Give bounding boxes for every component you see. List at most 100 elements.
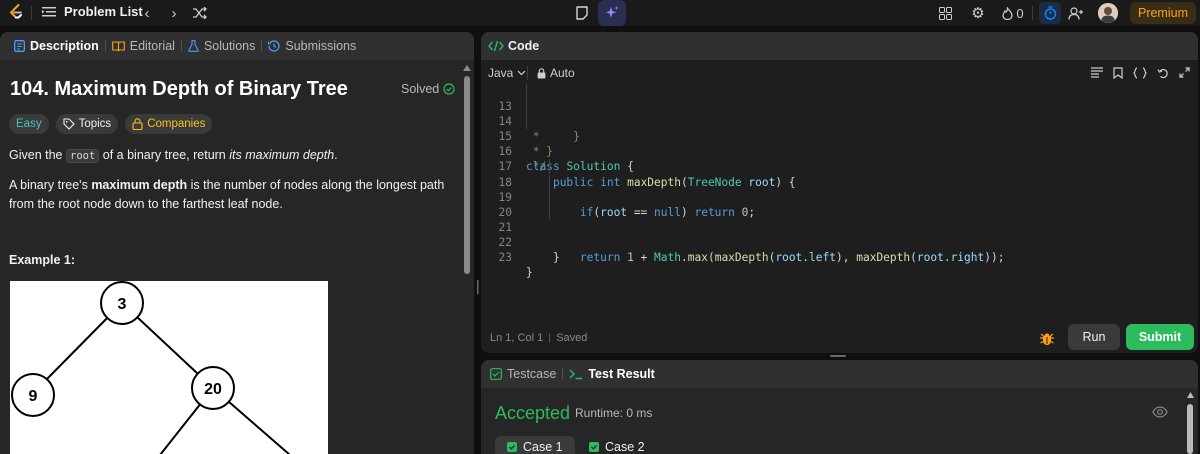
intro-text: of a binary tree, return: [102, 148, 226, 162]
scroll-up-icon[interactable]: [463, 65, 471, 71]
saved-status: Saved: [556, 332, 588, 344]
companies-label: Companies: [147, 118, 206, 130]
reset-icon[interactable]: [1157, 67, 1169, 79]
tree-node-label: 20: [204, 381, 222, 398]
prev-problem-button[interactable]: ‹: [136, 2, 158, 24]
tab-description-label: Description: [30, 39, 99, 53]
topbar-divider: [31, 6, 32, 20]
definition-text: A binary tree's: [9, 178, 88, 192]
tab-separator: [562, 368, 564, 380]
book-icon: [111, 40, 125, 51]
tab-submissions[interactable]: Submissions: [262, 39, 362, 53]
code-icon: [488, 40, 504, 52]
invite-button[interactable]: [1066, 3, 1086, 23]
tab-test-result[interactable]: Test Result: [569, 367, 655, 381]
bookmark-icon[interactable]: [1113, 67, 1123, 79]
check-circle-icon: [443, 83, 455, 95]
problem-tags: Easy Topics Companies: [9, 114, 213, 134]
indent-guide: [549, 189, 550, 205]
top-bar: Problem List ‹ › ⚙ 0 Premium: [0, 0, 1200, 26]
sparkle-icon: [606, 6, 619, 18]
code-line: 20: [481, 189, 1198, 219]
companies-button[interactable]: Companies: [125, 114, 213, 134]
settings-button[interactable]: ⚙: [969, 3, 987, 23]
code-line: 14 * }: [481, 99, 1198, 158]
code-line: 18 if(root == null) return 0;: [481, 159, 1198, 219]
code-line: 21 return 1 + Math.max(maxDepth(root.lef…: [481, 204, 1198, 264]
difficulty-badge: Easy: [9, 114, 49, 134]
fire-icon: [1002, 6, 1013, 20]
leetcode-logo-icon[interactable]: [6, 2, 26, 22]
tab-description[interactable]: Description: [8, 39, 105, 53]
run-button[interactable]: Run: [1068, 324, 1120, 350]
premium-button[interactable]: Premium: [1130, 2, 1196, 24]
horizontal-resize-handle[interactable]: [830, 355, 846, 357]
test-result-panel: Testcase Test Result Accepted Runtime: 0…: [481, 360, 1198, 454]
scroll-up-icon[interactable]: [1187, 392, 1194, 398]
code-line: 16 class Solution {: [481, 129, 1198, 173]
verdict-label: Accepted: [495, 403, 571, 423]
submit-button[interactable]: Submit: [1126, 324, 1194, 350]
language-label: Java: [488, 66, 514, 80]
avatar[interactable]: [1098, 3, 1118, 23]
braces-icon[interactable]: [1133, 67, 1147, 79]
tab-editorial[interactable]: Editorial: [106, 39, 181, 53]
lock-icon: [537, 67, 546, 78]
example-heading: Example 1:: [9, 253, 76, 267]
code-line: 13 * }: [481, 84, 1198, 143]
note-icon: [576, 6, 588, 20]
layout-button[interactable]: [937, 3, 953, 23]
auto-mode-toggle[interactable]: Auto: [537, 66, 575, 80]
indent-guide: [549, 204, 550, 220]
editor-tools: [1091, 67, 1190, 79]
expand-icon[interactable]: [1179, 67, 1190, 78]
tab-editorial-label: Editorial: [129, 39, 175, 53]
debugger-icon[interactable]: [1038, 329, 1056, 347]
case-tab-1[interactable]: Case 1: [495, 436, 575, 454]
tab-solutions[interactable]: Solutions: [182, 39, 261, 53]
notes-button[interactable]: [568, 0, 596, 26]
code-line: 17 public int maxDepth(TreeNode root) {: [481, 144, 1198, 188]
next-problem-button[interactable]: ›: [163, 2, 185, 24]
intro-text: .: [334, 148, 338, 162]
tree-diagram: 3 9 20: [10, 281, 328, 454]
code-panel-header: Code: [481, 32, 1198, 60]
chevron-left-icon: ‹: [144, 4, 150, 22]
code-text: return 1 + Math.max(maxDepth(root.left),…: [579, 251, 1005, 265]
case-label: Case 1: [523, 440, 563, 454]
chevron-right-icon: ›: [171, 4, 177, 22]
result-scrollbar[interactable]: [1187, 404, 1193, 454]
toolbar-divider: [527, 66, 528, 80]
check-square-icon: [589, 442, 599, 452]
random-problem-button[interactable]: [189, 2, 211, 24]
language-select[interactable]: Java: [488, 66, 526, 80]
tab-testcase[interactable]: Testcase: [490, 367, 556, 381]
auto-label: Auto: [550, 66, 575, 80]
description-scrollbar[interactable]: [464, 76, 470, 274]
eye-icon[interactable]: [1152, 405, 1168, 419]
gear-icon: ⚙: [971, 5, 985, 22]
case-tab-2[interactable]: Case 2: [577, 436, 657, 454]
panel-resize-handle[interactable]: [476, 260, 479, 310]
terminal-icon: [569, 369, 583, 380]
problem-list-link[interactable]: Problem List: [42, 4, 143, 19]
stopwatch-icon: [1044, 6, 1056, 20]
cursor-position: Ln 1, Col 1: [490, 332, 544, 344]
description-panel: Description Editorial Solutions Submissi…: [0, 32, 474, 454]
streak-counter[interactable]: 0: [999, 3, 1027, 23]
topics-label: Topics: [78, 118, 112, 130]
chevron-down-icon: [517, 70, 526, 76]
editor-toolbar: Java Auto: [481, 62, 1198, 84]
topics-button[interactable]: Topics: [55, 114, 119, 134]
timer-button[interactable]: [1039, 2, 1061, 24]
code-lines[interactable]: 13 * } 14 * } 15 */ 16 class Solution { …: [481, 84, 1198, 279]
code-text: }: [526, 266, 533, 280]
description-tabs: Description Editorial Solutions Submissi…: [0, 32, 474, 60]
format-icon[interactable]: [1091, 67, 1103, 78]
tree-node-label: 9: [29, 388, 38, 405]
ai-assistant-button[interactable]: [598, 0, 626, 26]
indent-guide: [549, 174, 550, 190]
code-line: 15 */: [481, 114, 1198, 173]
intro-text: Given the: [9, 148, 63, 162]
tab-submissions-label: Submissions: [285, 39, 357, 53]
